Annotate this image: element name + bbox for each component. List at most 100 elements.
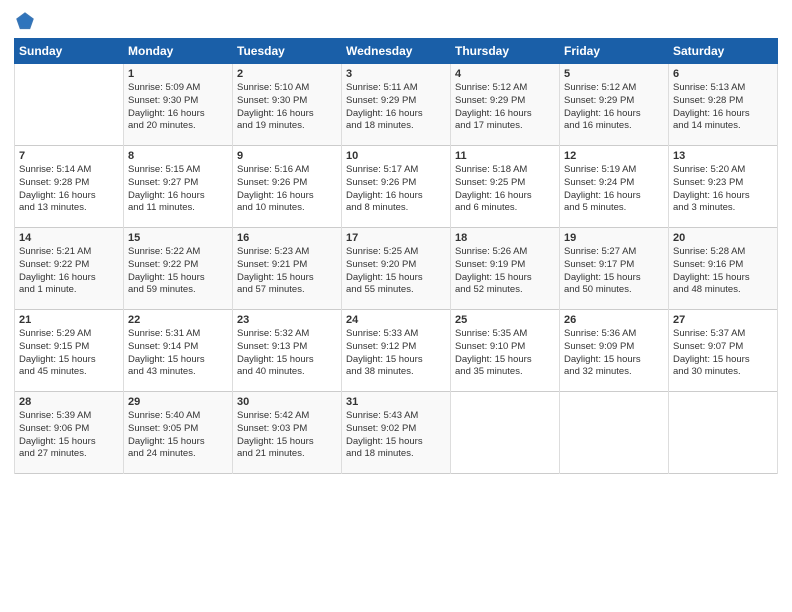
cell-content: Sunrise: 5:16 AM Sunset: 9:26 PM Dayligh… <box>237 164 337 215</box>
cell-content: Sunrise: 5:29 AM Sunset: 9:15 PM Dayligh… <box>19 328 119 379</box>
cell-content: Sunrise: 5:39 AM Sunset: 9:06 PM Dayligh… <box>19 410 119 461</box>
logo-icon <box>14 10 36 32</box>
day-number: 5 <box>564 68 664 80</box>
day-number: 7 <box>19 150 119 162</box>
cell-content: Sunrise: 5:43 AM Sunset: 9:02 PM Dayligh… <box>346 410 446 461</box>
day-number: 18 <box>455 232 555 244</box>
calendar-cell: 12 Sunrise: 5:19 AM Sunset: 9:24 PM Dayli… <box>560 146 669 228</box>
cell-content: Sunrise: 5:19 AM Sunset: 9:24 PM Dayligh… <box>564 164 664 215</box>
cell-content: Sunrise: 5:23 AM Sunset: 9:21 PM Dayligh… <box>237 246 337 297</box>
cell-content: Sunrise: 5:10 AM Sunset: 9:30 PM Dayligh… <box>237 82 337 133</box>
day-number: 14 <box>19 232 119 244</box>
calendar-cell: 20 Sunrise: 5:28 AM Sunset: 9:16 PM Dayli… <box>669 228 778 310</box>
cell-content: Sunrise: 5:22 AM Sunset: 9:22 PM Dayligh… <box>128 246 228 297</box>
calendar-cell: 2Sunrise: 5:10 AM Sunset: 9:30 PM Daylig… <box>233 64 342 146</box>
day-number: 9 <box>237 150 337 162</box>
week-row-5: 28 Sunrise: 5:39 AM Sunset: 9:06 PM Dayli… <box>15 392 778 474</box>
calendar-cell <box>560 392 669 474</box>
calendar-cell: 26Sunrise: 5:36 AM Sunset: 9:09 PM Dayli… <box>560 310 669 392</box>
cell-content: Sunrise: 5:09 AM Sunset: 9:30 PM Dayligh… <box>128 82 228 133</box>
calendar-cell: 7 Sunrise: 5:14 AM Sunset: 9:28 PM Daylig… <box>15 146 124 228</box>
day-number: 26 <box>564 314 664 326</box>
cell-content: Sunrise: 5:37 AM Sunset: 9:07 PM Dayligh… <box>673 328 773 379</box>
calendar-cell: 17Sunrise: 5:25 AM Sunset: 9:20 PM Dayli… <box>342 228 451 310</box>
calendar-cell <box>451 392 560 474</box>
cell-content: Sunrise: 5:32 AM Sunset: 9:13 PM Dayligh… <box>237 328 337 379</box>
cell-content: Sunrise: 5:42 AM Sunset: 9:03 PM Dayligh… <box>237 410 337 461</box>
calendar-cell: 1 Sunrise: 5:09 AM Sunset: 9:30 PM Daylig… <box>124 64 233 146</box>
calendar-table: SundayMondayTuesdayWednesdayThursdayFrid… <box>14 38 778 474</box>
calendar-cell <box>15 64 124 146</box>
day-number: 1 <box>128 68 228 80</box>
day-number: 10 <box>346 150 446 162</box>
cell-content: Sunrise: 5:40 AM Sunset: 9:05 PM Dayligh… <box>128 410 228 461</box>
calendar-cell: 15Sunrise: 5:22 AM Sunset: 9:22 PM Dayli… <box>124 228 233 310</box>
cell-content: Sunrise: 5:12 AM Sunset: 9:29 PM Dayligh… <box>564 82 664 133</box>
day-number: 25 <box>455 314 555 326</box>
logo <box>14 10 40 32</box>
day-number: 16 <box>237 232 337 244</box>
calendar-cell: 10 Sunrise: 5:17 AM Sunset: 9:26 PM Dayli… <box>342 146 451 228</box>
calendar-cell: 9 Sunrise: 5:16 AM Sunset: 9:26 PM Daylig… <box>233 146 342 228</box>
day-number: 3 <box>346 68 446 80</box>
day-header-saturday: Saturday <box>669 39 778 64</box>
day-number: 29 <box>128 396 228 408</box>
cell-content: Sunrise: 5:18 AM Sunset: 9:25 PM Dayligh… <box>455 164 555 215</box>
day-number: 28 <box>19 396 119 408</box>
cell-content: Sunrise: 5:14 AM Sunset: 9:28 PM Dayligh… <box>19 164 119 215</box>
cell-content: Sunrise: 5:31 AM Sunset: 9:14 PM Dayligh… <box>128 328 228 379</box>
calendar-cell: 24 Sunrise: 5:33 AM Sunset: 9:12 PM Dayli… <box>342 310 451 392</box>
calendar-cell: 23 Sunrise: 5:32 AM Sunset: 9:13 PM Dayli… <box>233 310 342 392</box>
day-number: 6 <box>673 68 773 80</box>
calendar-cell: 16 Sunrise: 5:23 AM Sunset: 9:21 PM Dayli… <box>233 228 342 310</box>
cell-content: Sunrise: 5:17 AM Sunset: 9:26 PM Dayligh… <box>346 164 446 215</box>
calendar-cell: 19 Sunrise: 5:27 AM Sunset: 9:17 PM Dayli… <box>560 228 669 310</box>
day-header-thursday: Thursday <box>451 39 560 64</box>
cell-content: Sunrise: 5:15 AM Sunset: 9:27 PM Dayligh… <box>128 164 228 215</box>
day-number: 12 <box>564 150 664 162</box>
calendar-cell: 13Sunrise: 5:20 AM Sunset: 9:23 PM Dayli… <box>669 146 778 228</box>
day-number: 23 <box>237 314 337 326</box>
calendar-header-row: SundayMondayTuesdayWednesdayThursdayFrid… <box>15 39 778 64</box>
header <box>14 10 778 32</box>
calendar-cell: 18 Sunrise: 5:26 AM Sunset: 9:19 PM Dayli… <box>451 228 560 310</box>
calendar-cell: 11 Sunrise: 5:18 AM Sunset: 9:25 PM Dayli… <box>451 146 560 228</box>
day-number: 11 <box>455 150 555 162</box>
day-number: 13 <box>673 150 773 162</box>
calendar-cell: 29 Sunrise: 5:40 AM Sunset: 9:05 PM Dayli… <box>124 392 233 474</box>
week-row-1: 1 Sunrise: 5:09 AM Sunset: 9:30 PM Daylig… <box>15 64 778 146</box>
calendar-cell: 22 Sunrise: 5:31 AM Sunset: 9:14 PM Dayli… <box>124 310 233 392</box>
cell-content: Sunrise: 5:35 AM Sunset: 9:10 PM Dayligh… <box>455 328 555 379</box>
day-header-sunday: Sunday <box>15 39 124 64</box>
cell-content: Sunrise: 5:28 AM Sunset: 9:16 PM Dayligh… <box>673 246 773 297</box>
calendar-cell: 21Sunrise: 5:29 AM Sunset: 9:15 PM Dayli… <box>15 310 124 392</box>
week-row-3: 14 Sunrise: 5:21 AM Sunset: 9:22 PM Dayli… <box>15 228 778 310</box>
cell-content: Sunrise: 5:13 AM Sunset: 9:28 PM Dayligh… <box>673 82 773 133</box>
calendar-cell: 25 Sunrise: 5:35 AM Sunset: 9:10 PM Dayli… <box>451 310 560 392</box>
calendar-cell: 28 Sunrise: 5:39 AM Sunset: 9:06 PM Dayli… <box>15 392 124 474</box>
cell-content: Sunrise: 5:21 AM Sunset: 9:22 PM Dayligh… <box>19 246 119 297</box>
cell-content: Sunrise: 5:33 AM Sunset: 9:12 PM Dayligh… <box>346 328 446 379</box>
cell-content: Sunrise: 5:12 AM Sunset: 9:29 PM Dayligh… <box>455 82 555 133</box>
day-number: 27 <box>673 314 773 326</box>
calendar-cell: 30 Sunrise: 5:42 AM Sunset: 9:03 PM Dayli… <box>233 392 342 474</box>
calendar-cell: 8 Sunrise: 5:15 AM Sunset: 9:27 PM Daylig… <box>124 146 233 228</box>
day-number: 22 <box>128 314 228 326</box>
day-number: 30 <box>237 396 337 408</box>
cell-content: Sunrise: 5:25 AM Sunset: 9:20 PM Dayligh… <box>346 246 446 297</box>
day-header-wednesday: Wednesday <box>342 39 451 64</box>
day-number: 19 <box>564 232 664 244</box>
cell-content: Sunrise: 5:26 AM Sunset: 9:19 PM Dayligh… <box>455 246 555 297</box>
calendar-cell: 27 Sunrise: 5:37 AM Sunset: 9:07 PM Dayli… <box>669 310 778 392</box>
calendar-cell: 4Sunrise: 5:12 AM Sunset: 9:29 PM Daylig… <box>451 64 560 146</box>
week-row-4: 21Sunrise: 5:29 AM Sunset: 9:15 PM Dayli… <box>15 310 778 392</box>
calendar-cell <box>669 392 778 474</box>
day-header-tuesday: Tuesday <box>233 39 342 64</box>
calendar-cell: 3Sunrise: 5:11 AM Sunset: 9:29 PM Daylig… <box>342 64 451 146</box>
day-number: 20 <box>673 232 773 244</box>
day-number: 8 <box>128 150 228 162</box>
calendar-cell: 5 Sunrise: 5:12 AM Sunset: 9:29 PM Daylig… <box>560 64 669 146</box>
cell-content: Sunrise: 5:27 AM Sunset: 9:17 PM Dayligh… <box>564 246 664 297</box>
calendar-cell: 31Sunrise: 5:43 AM Sunset: 9:02 PM Dayli… <box>342 392 451 474</box>
day-number: 24 <box>346 314 446 326</box>
